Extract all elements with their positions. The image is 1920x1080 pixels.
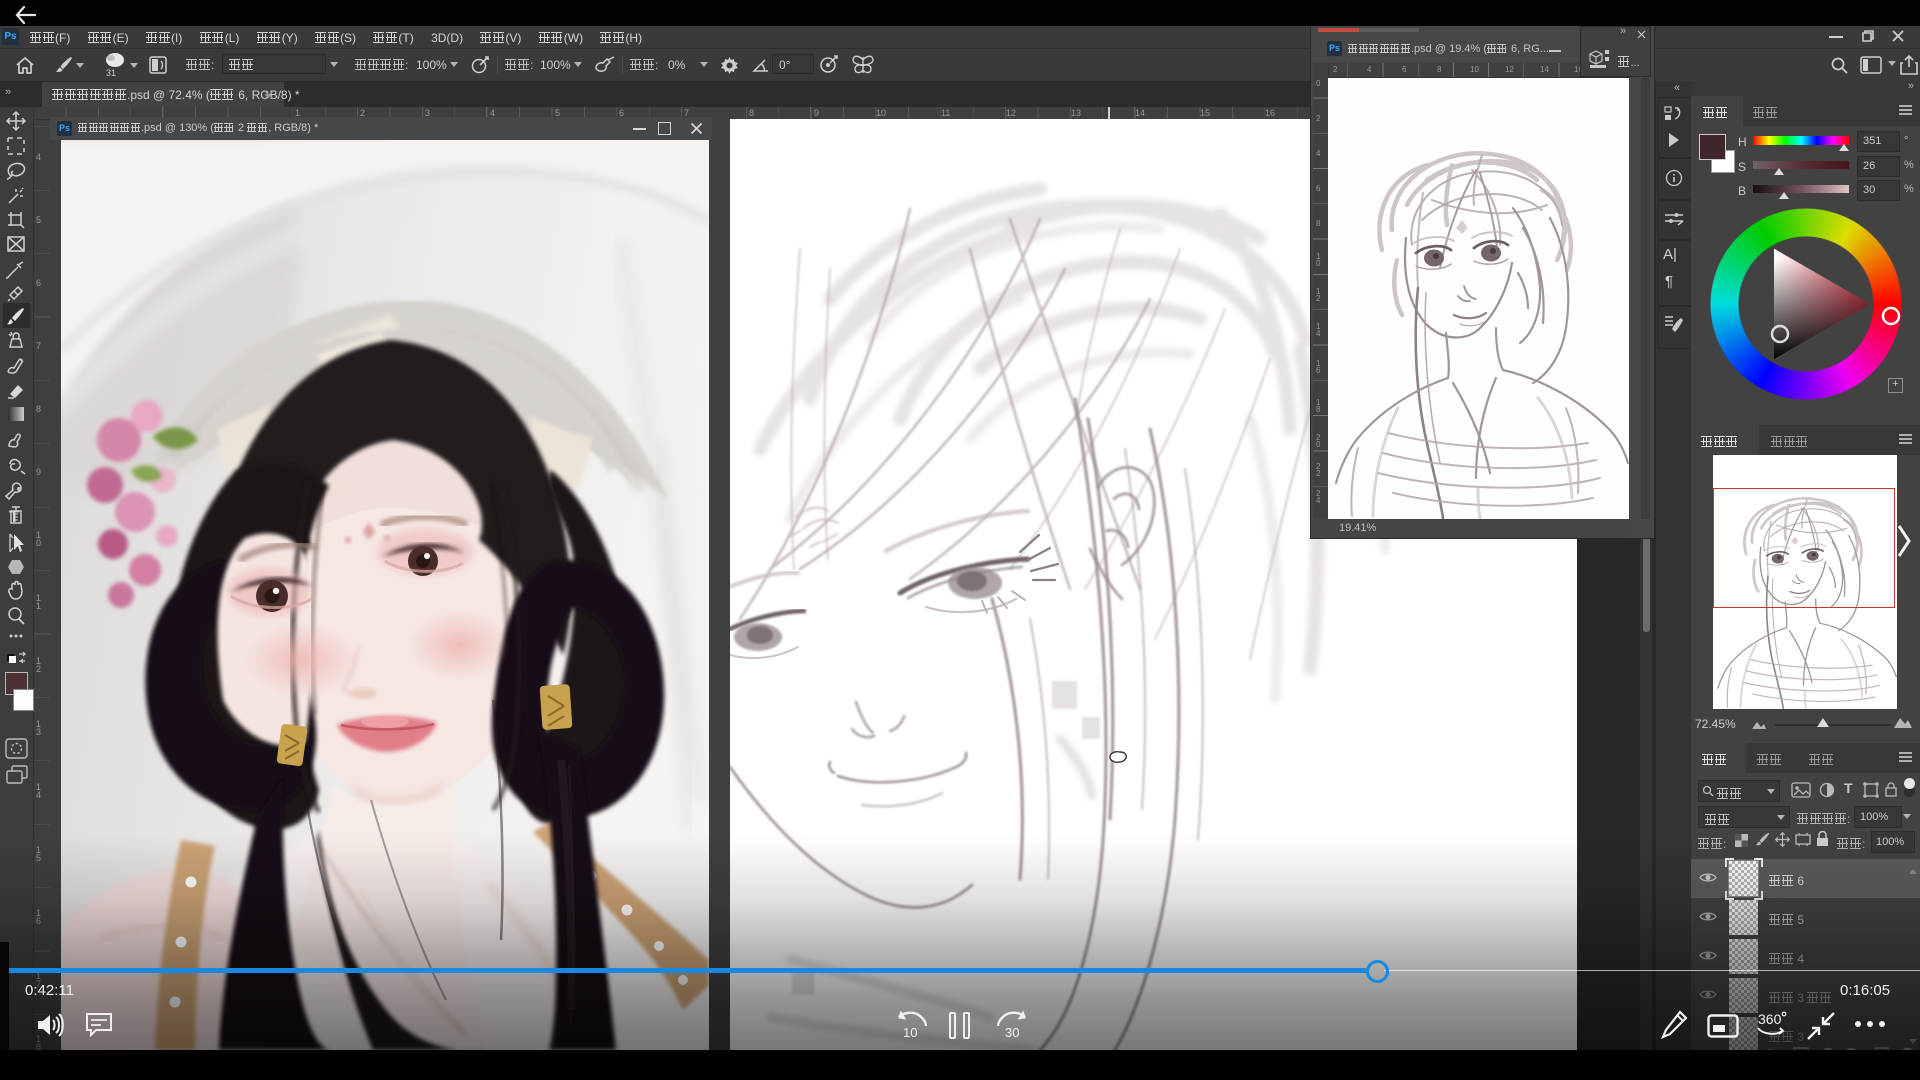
svg-text:10: 10 [903, 1025, 917, 1040]
svg-text:T: T [9, 507, 20, 526]
svg-text:30: 30 [1005, 1025, 1019, 1040]
svg-text:360: 360 [1758, 1011, 1782, 1027]
